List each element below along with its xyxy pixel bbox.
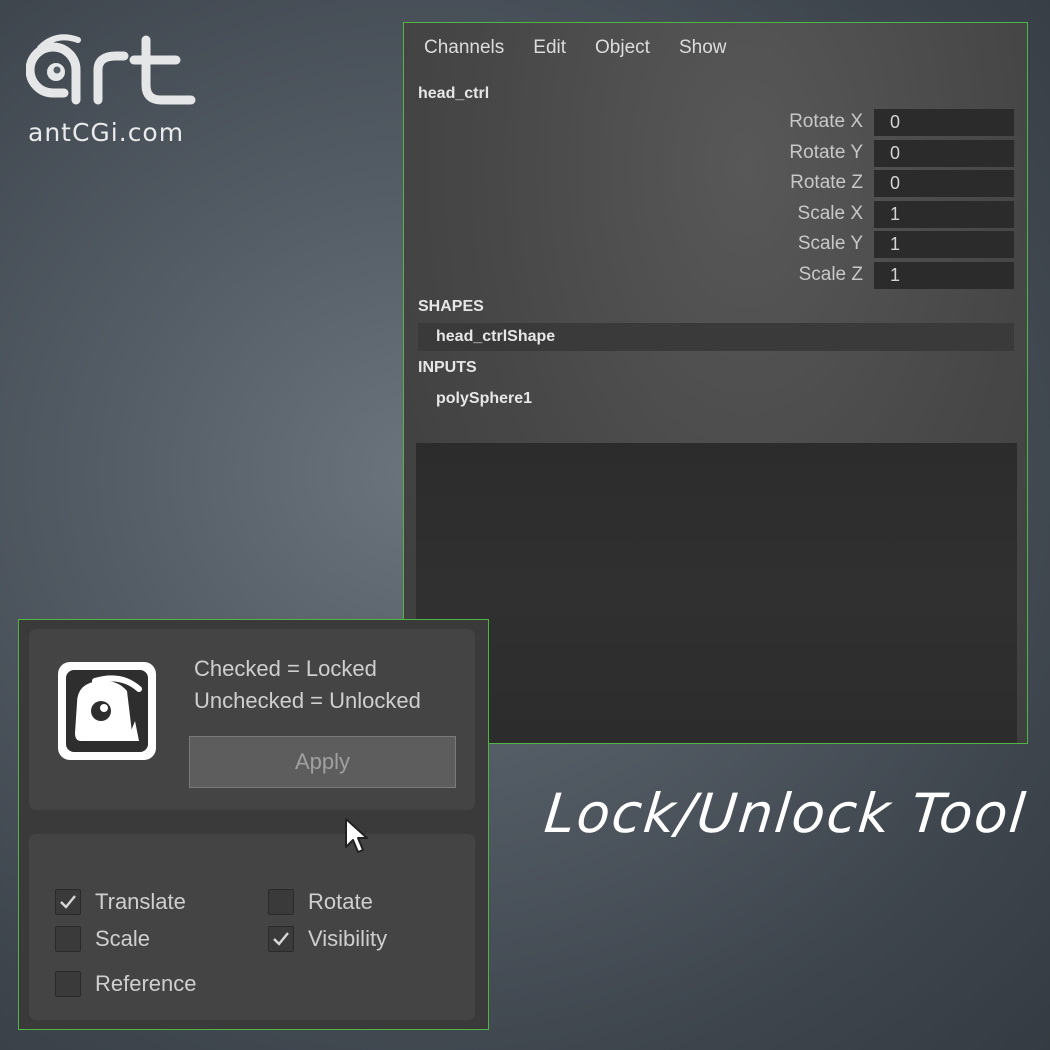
attr-row-scale-z: Scale Z 1 [404, 262, 1029, 290]
channel-box-panel: Channels Edit Object Show head_ctrl Rota… [403, 22, 1028, 744]
antcgi-logo: antCGi.com [26, 30, 201, 150]
attr-label[interactable]: Rotate X [789, 111, 863, 133]
shape-row[interactable]: head_ctrlShape [418, 323, 1014, 351]
attr-value-field[interactable]: 1 [874, 201, 1014, 228]
lock-unlock-tool-window: Checked = Locked Unchecked = Unlocked Ap… [18, 619, 489, 1030]
art-logo-icon [26, 34, 196, 105]
attr-value-field[interactable]: 0 [874, 109, 1014, 136]
checkbox-box[interactable] [268, 926, 294, 952]
apply-button[interactable]: Apply [189, 736, 456, 788]
checkbox-label: Visibility [308, 926, 388, 951]
shapes-header: SHAPES [418, 298, 484, 315]
checkbox-box[interactable] [55, 926, 81, 952]
checkmark-icon [273, 932, 289, 946]
menu-channels[interactable]: Channels [424, 37, 504, 59]
shape-item-label: head_ctrlShape [436, 328, 556, 345]
attr-row-scale-y: Scale Y 1 [404, 231, 1029, 259]
checkbox-label: Reference [95, 971, 197, 996]
logo-url-text: antCGi.com [28, 118, 185, 147]
checkbox-label: Rotate [308, 889, 373, 914]
attr-value-field[interactable]: 0 [874, 140, 1014, 167]
checkbox-box[interactable] [268, 889, 294, 915]
inputs-header: INPUTS [418, 359, 477, 376]
legend-unchecked-text: Unchecked = Unlocked [194, 688, 421, 713]
tool-header-panel: Checked = Locked Unchecked = Unlocked Ap… [29, 629, 475, 810]
input-item-label[interactable]: polySphere1 [436, 390, 532, 408]
attr-label[interactable]: Rotate Z [790, 172, 863, 194]
menu-object[interactable]: Object [595, 37, 650, 59]
attr-row-scale-x: Scale X 1 [404, 201, 1029, 229]
attr-label[interactable]: Scale X [798, 203, 863, 225]
menu-show[interactable]: Show [679, 37, 727, 59]
channel-box-empty-area [416, 443, 1017, 743]
checkbox-box[interactable] [55, 889, 81, 915]
attr-value-field[interactable]: 1 [874, 231, 1014, 258]
attr-label[interactable]: Scale Z [799, 264, 863, 286]
mouse-pointer-icon [345, 818, 368, 853]
tool-title-caption: Lock/Unlock Tool [541, 782, 1030, 845]
checkbox-label: Scale [95, 926, 151, 951]
attr-label[interactable]: Scale Y [798, 233, 863, 255]
attr-row-rotate-y: Rotate Y 0 [404, 140, 1029, 168]
legend-checked-text: Checked = Locked [194, 656, 377, 681]
node-name[interactable]: head_ctrl [418, 85, 489, 103]
checkbox-box[interactable] [55, 971, 81, 997]
channel-box-menubar: Channels Edit Object Show [424, 37, 755, 59]
attr-row-rotate-z: Rotate Z 0 [404, 170, 1029, 198]
attr-label[interactable]: Rotate Y [789, 142, 863, 164]
checkbox-label: Translate [95, 889, 186, 914]
checkmark-icon [60, 895, 76, 909]
tool-logo-icon [58, 662, 156, 760]
options-panel: Translate Rotate Scale Visibility Refere… [29, 834, 475, 1020]
attr-value-field[interactable]: 1 [874, 262, 1014, 289]
attr-value-field[interactable]: 0 [874, 170, 1014, 197]
attr-row-rotate-x: Rotate X 0 [404, 109, 1029, 137]
menu-edit[interactable]: Edit [533, 37, 566, 59]
